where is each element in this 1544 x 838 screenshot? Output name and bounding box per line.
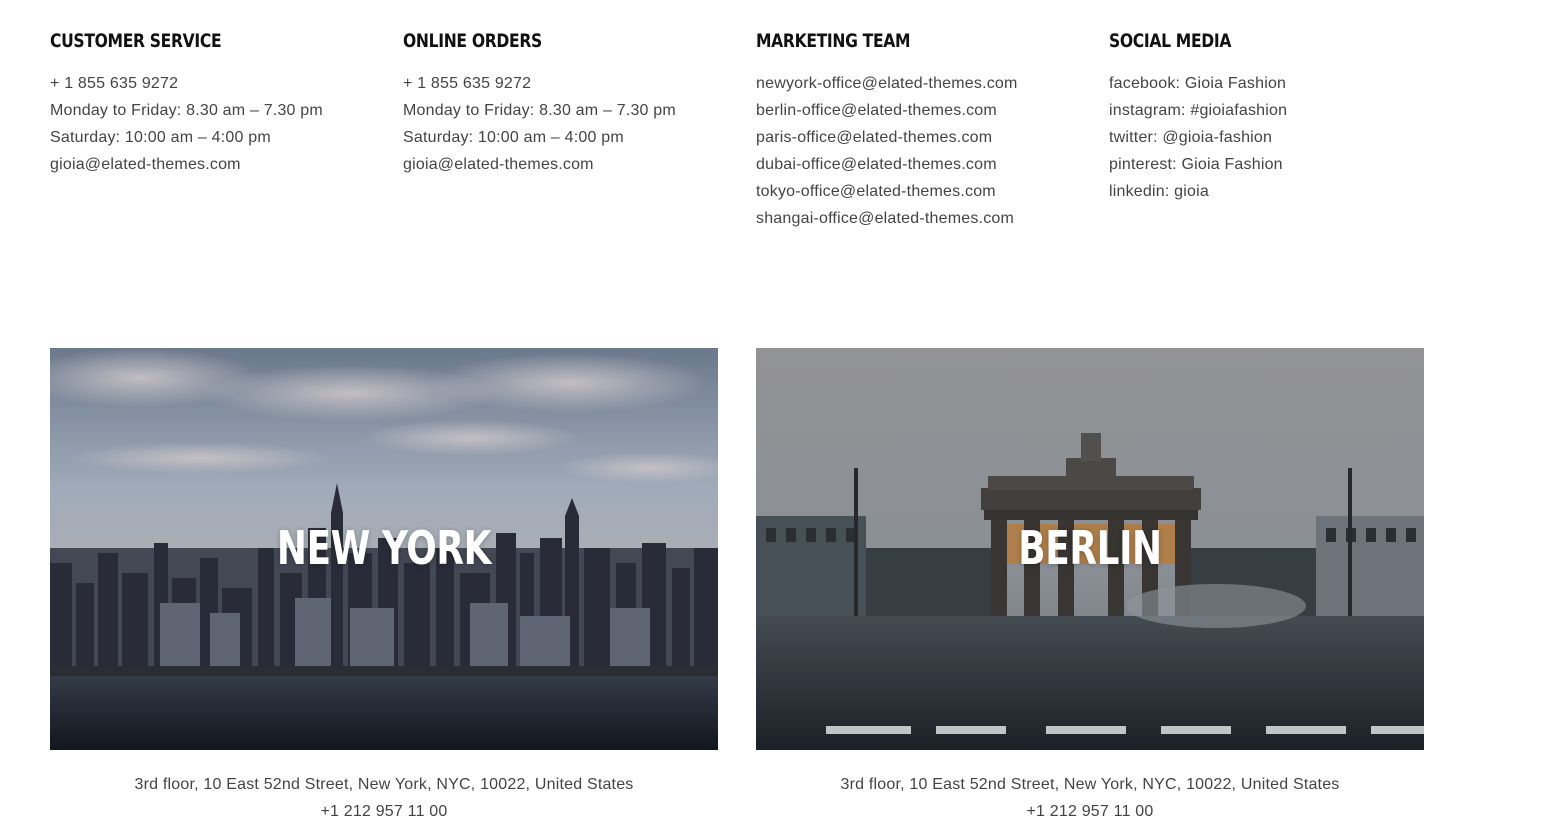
address-line: 3rd floor, 10 East 52nd Street, New York…	[134, 776, 634, 793]
email-link[interactable]: gioia@elated-themes.com	[50, 151, 390, 178]
office-city-title: NEW YORK	[276, 521, 492, 575]
office-card-new-york[interactable]: NEW YORK	[50, 348, 718, 750]
contact-columns: CUSTOMER SERVICE + 1 855 635 9272 Monday…	[50, 28, 1462, 248]
phone-number[interactable]: +1 212 957 11 00	[756, 798, 1424, 825]
column-title: ONLINE ORDERS	[403, 30, 542, 52]
saturday-hours: Saturday: 10:00 am – 4:00 pm	[50, 129, 271, 146]
social-link-twitter[interactable]: twitter: @gioia-fashion	[1109, 124, 1449, 151]
contact-column-marketing-team: MARKETING TEAM newyork-office@elated-the…	[756, 28, 1096, 232]
email-link[interactable]: paris-office@elated-themes.com	[756, 124, 1096, 151]
column-title: MARKETING TEAM	[756, 30, 911, 52]
email-link[interactable]: berlin-office@elated-themes.com	[756, 97, 1096, 124]
email-link[interactable]: tokyo-office@elated-themes.com	[756, 178, 1096, 205]
email-link[interactable]: shangai-office@elated-themes.com	[756, 205, 1096, 232]
social-link-pinterest[interactable]: pinterest: Gioia Fashion	[1109, 151, 1449, 178]
office-city-title: BERLIN	[1018, 521, 1162, 575]
social-link-instagram[interactable]: instagram: #gioiafashion	[1109, 97, 1449, 124]
email-link[interactable]: dubai-office@elated-themes.com	[756, 151, 1096, 178]
office-card-berlin[interactable]: BERLIN	[756, 348, 1424, 750]
column-title: SOCIAL MEDIA	[1109, 30, 1232, 52]
phone-number[interactable]: + 1 855 635 9272	[50, 70, 390, 97]
social-link-linkedin[interactable]: linkedin: gioia	[1109, 178, 1449, 205]
weekday-hours: Monday to Friday: 8.30 am – 7.30 pm	[403, 102, 676, 119]
contact-column-social-media: SOCIAL MEDIA facebook: Gioia Fashion ins…	[1109, 28, 1449, 205]
email-link[interactable]: gioia@elated-themes.com	[403, 151, 743, 178]
contact-column-customer-service: CUSTOMER SERVICE + 1 855 635 9272 Monday…	[50, 28, 390, 178]
social-link-facebook[interactable]: facebook: Gioia Fashion	[1109, 70, 1449, 97]
column-title: CUSTOMER SERVICE	[50, 30, 222, 52]
email-link[interactable]: newyork-office@elated-themes.com	[756, 70, 1096, 97]
address-line: 3rd floor, 10 East 52nd Street, New York…	[840, 776, 1340, 793]
office-address-new-york: 3rd floor, 10 East 52nd Street, New York…	[50, 771, 718, 825]
office-address-berlin: 3rd floor, 10 East 52nd Street, New York…	[756, 771, 1424, 825]
contact-column-online-orders: ONLINE ORDERS + 1 855 635 9272 Monday to…	[403, 28, 743, 178]
saturday-hours: Saturday: 10:00 am – 4:00 pm	[403, 129, 624, 146]
weekday-hours: Monday to Friday: 8.30 am – 7.30 pm	[50, 102, 323, 119]
phone-number[interactable]: +1 212 957 11 00	[50, 798, 718, 825]
phone-number[interactable]: + 1 855 635 9272	[403, 70, 743, 97]
